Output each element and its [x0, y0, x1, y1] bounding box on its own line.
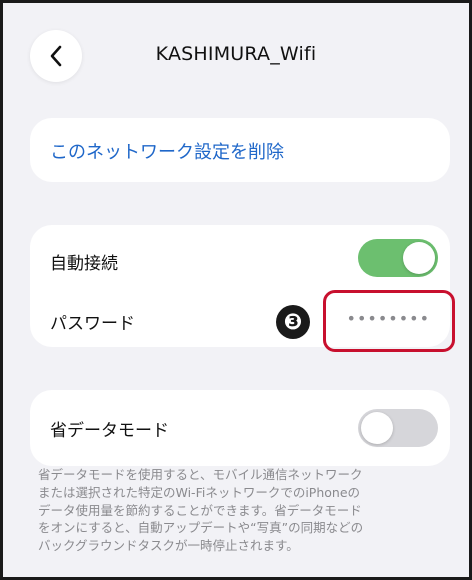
low-data-mode-card: 省データモード — [30, 390, 450, 466]
auto-join-label: 自動接続 — [50, 254, 118, 274]
forget-network-card[interactable]: このネットワーク設定を削除 — [30, 118, 450, 182]
settings-screen: KASHIMURA_Wifi このネットワーク設定を削除 自動接続 パスワード … — [0, 0, 472, 580]
navigation-header: KASHIMURA_Wifi — [3, 3, 469, 91]
toggle-knob — [403, 242, 435, 274]
low-data-mode-description: 省データモードを使用すると、モバイル通信ネットワーク または選択された特定のWi… — [38, 467, 364, 553]
password-label: パスワード — [50, 314, 135, 334]
low-data-mode-label: 省データモード — [50, 421, 169, 441]
step-number-badge: ❸ — [276, 305, 310, 339]
forget-network-link[interactable]: このネットワーク設定を削除 — [50, 138, 284, 164]
auto-join-toggle[interactable] — [358, 239, 438, 277]
toggle-knob — [361, 412, 393, 444]
page-title: KASHIMURA_Wifi — [155, 43, 317, 65]
password-highlight-box — [323, 290, 455, 352]
low-data-mode-toggle[interactable] — [358, 409, 438, 447]
